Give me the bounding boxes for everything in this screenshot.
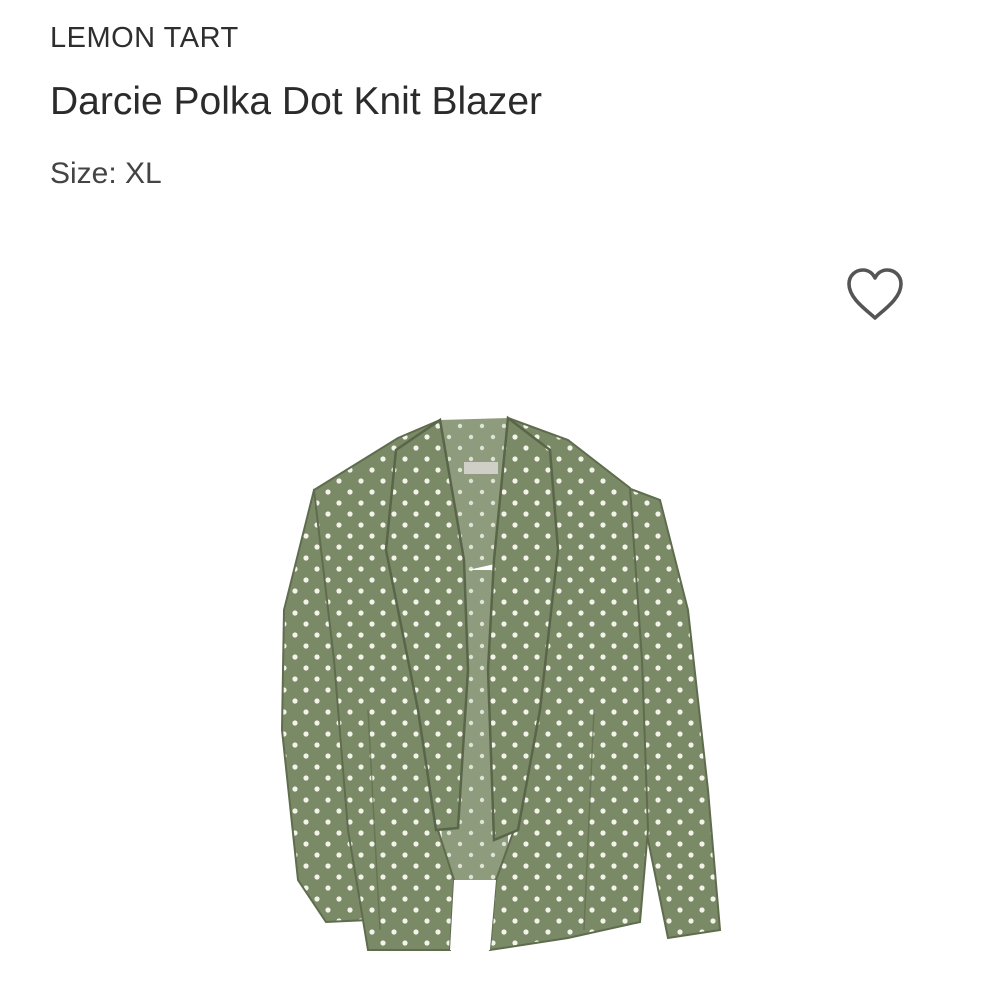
product-image[interactable] bbox=[268, 410, 732, 970]
brand-name: LEMON TART bbox=[50, 22, 239, 54]
heart-outline-icon bbox=[847, 268, 903, 320]
favorite-button[interactable] bbox=[844, 266, 906, 322]
product-title: Darcie Polka Dot Knit Blazer bbox=[50, 80, 543, 123]
blazer-image bbox=[280, 415, 722, 952]
size-label: Size: XL bbox=[50, 157, 162, 190]
